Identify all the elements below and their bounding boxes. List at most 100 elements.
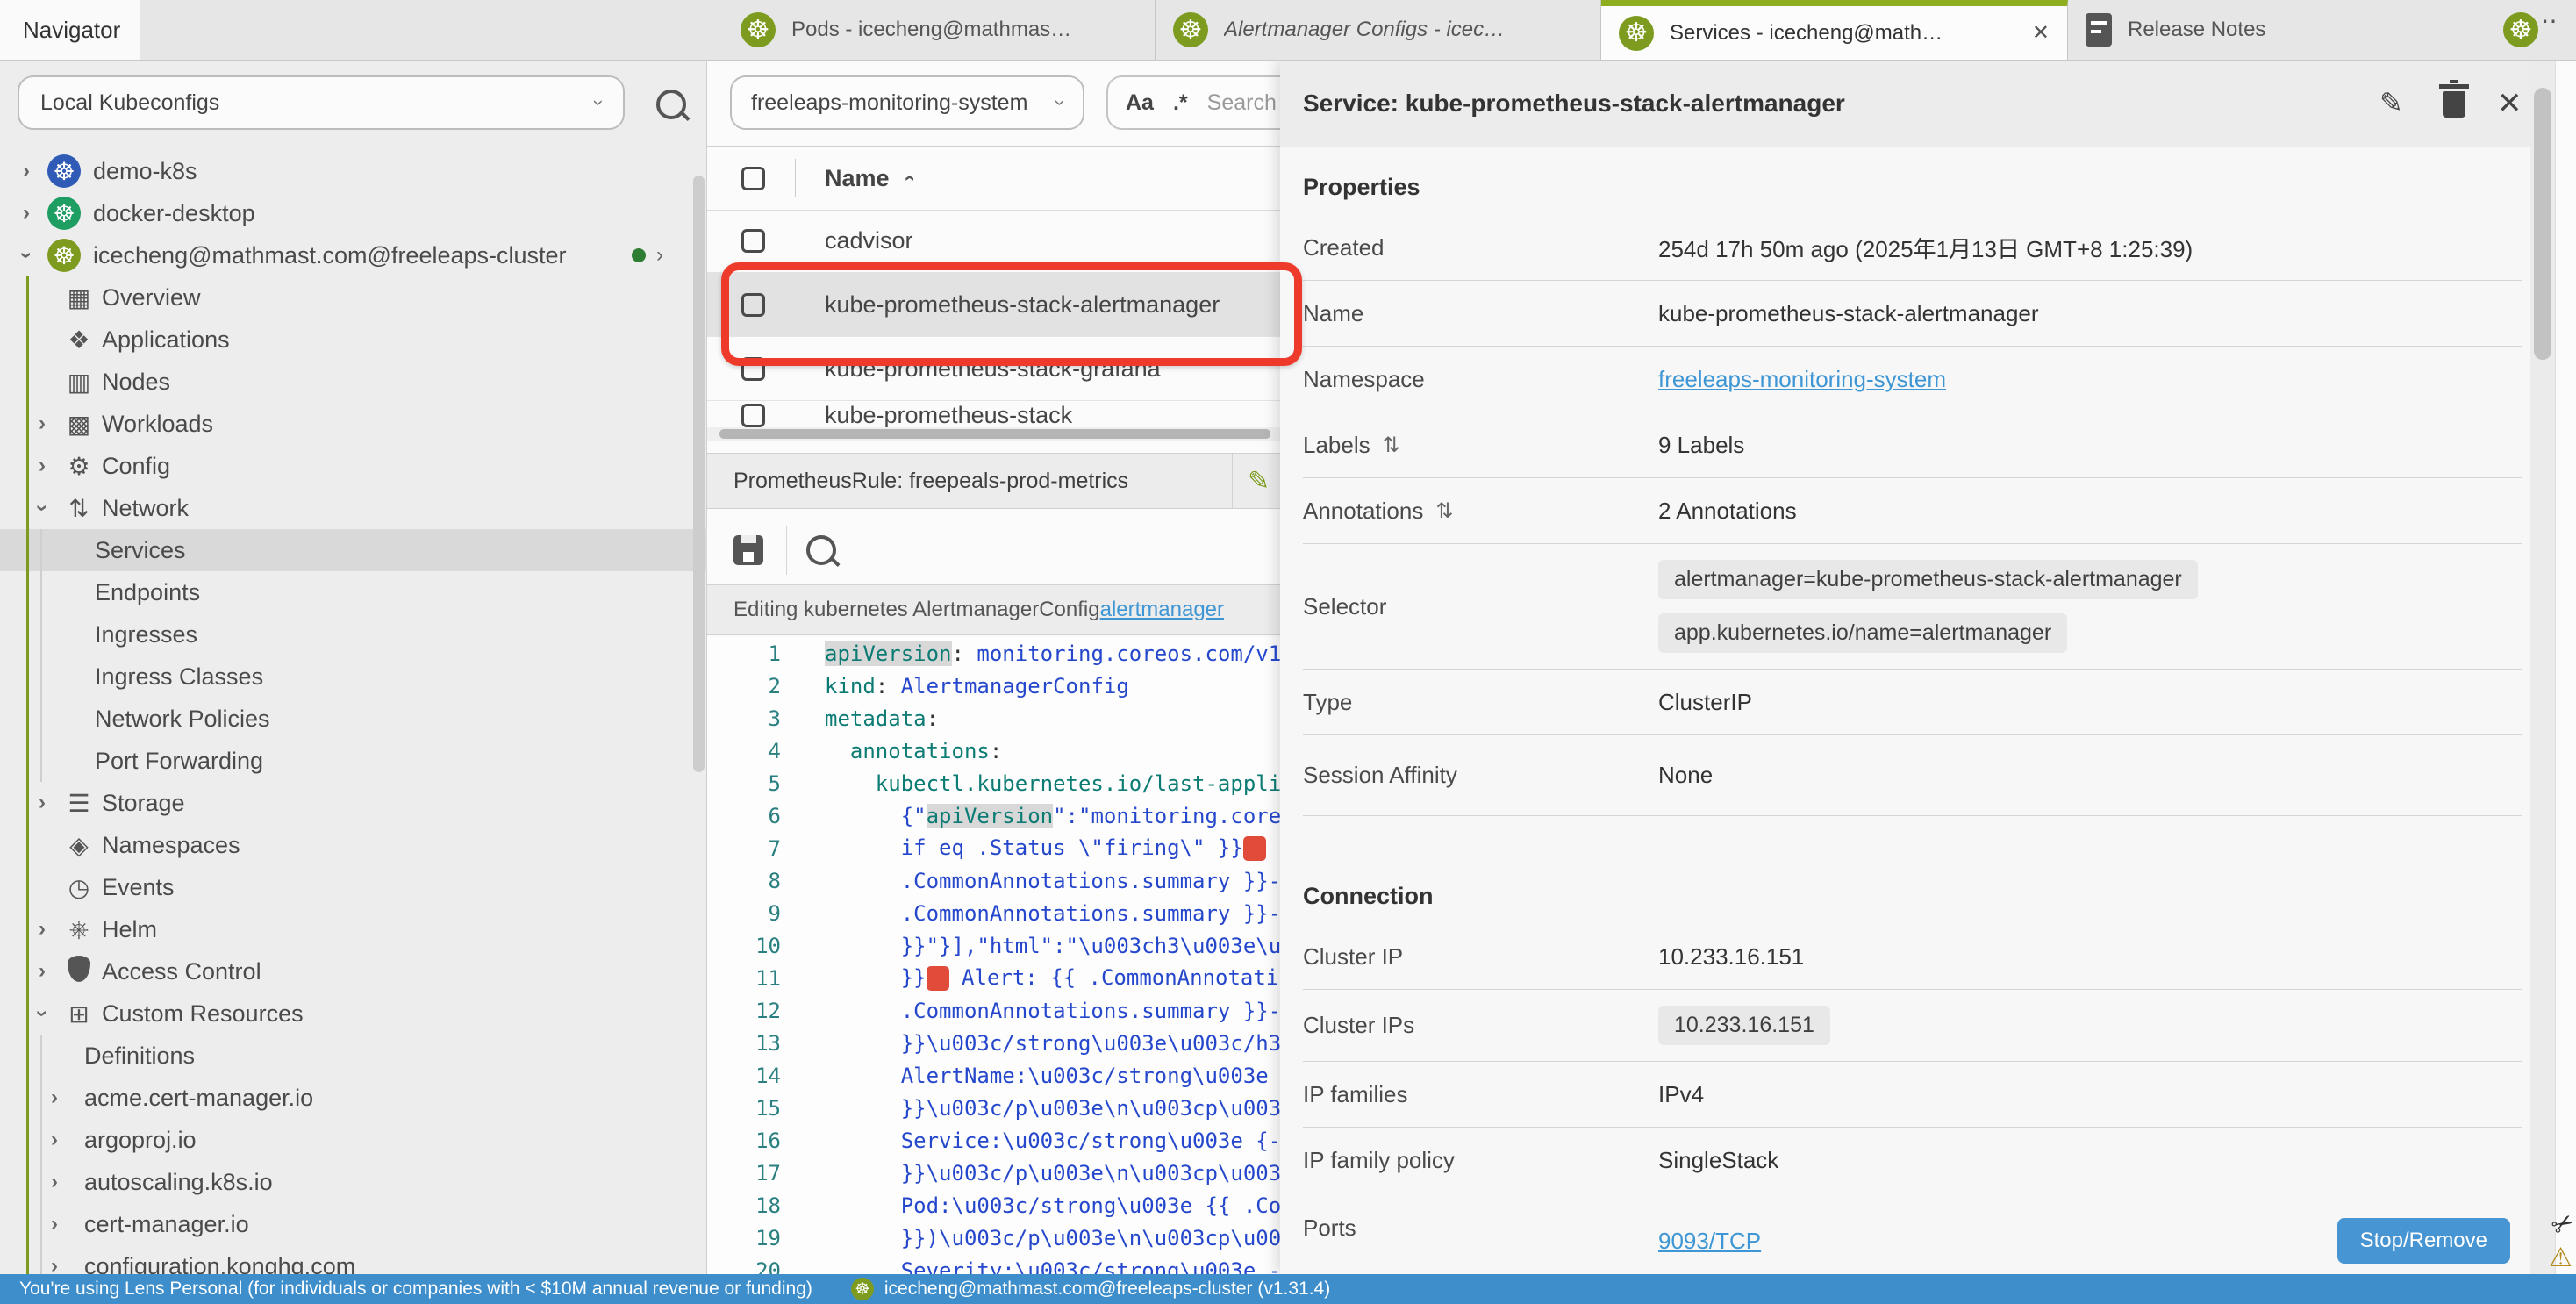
code-line[interactable]: 12 .CommonAnnotations.summary }}- [707,994,1321,1027]
stop-remove-button[interactable]: Stop/Remove [2337,1218,2510,1264]
chevron-right-icon[interactable]: › [39,959,46,984]
tab-partial[interactable]: ☸ [2379,0,2555,60]
edit-pencil-icon[interactable]: ✎ [1248,466,1270,497]
cluster-accent-line [26,276,29,1274]
code-line[interactable]: 6 {"apiVersion":"monitoring.core [707,799,1321,832]
sidebar-item-events[interactable]: ◷Events [0,866,707,908]
horizontal-scrollbar[interactable] [707,427,1280,441]
sidebar-item-ingress-classes[interactable]: Ingress Classes [0,656,707,698]
name-column-header[interactable]: Name [825,165,890,192]
close-icon[interactable]: ✕ [2497,86,2522,121]
sidebar-item-cert-manager-io[interactable]: ›cert-manager.io [0,1203,707,1245]
prometheusrule-bar[interactable]: PrometheusRule: freepeals-prod-metrics ✎ [707,453,1280,509]
search-placeholder: Search [1207,90,1277,116]
sidebar-item-autoscaling-k8s-io[interactable]: ›autoscaling.k8s.io [0,1161,707,1203]
chevron-right-icon[interactable]: › [39,791,46,815]
editing-resource-link[interactable]: alertmanager [1100,598,1224,622]
code-line[interactable]: 16 Service:\u003c/strong\u003e {- [707,1124,1321,1157]
sidebar-item-network[interactable]: ›⇅Network [0,487,707,529]
sidebar-item-endpoints[interactable]: Endpoints [0,571,707,613]
sidebar-item-docker-desktop[interactable]: ›☸docker-desktop [0,192,707,234]
chevron-right-icon[interactable]: › [39,412,46,436]
sidebar-item-access-control[interactable]: ›Access Control [0,950,707,992]
detail-scrollbar[interactable] [2530,60,2555,1274]
tab-alertmanager-configs-icec-[interactable]: ☸Alertmanager Configs - icec… [1156,0,1601,60]
delete-trash-icon[interactable] [2443,91,2465,118]
tab-services-icecheng-math-[interactable]: ☸Services - icecheng@math…✕ [1601,0,2068,60]
sidebar-item-ingresses[interactable]: Ingresses [0,613,707,656]
sidebar-item-nodes[interactable]: ▥Nodes [0,361,707,403]
chevron-right-icon[interactable]: › [23,159,30,183]
code-line[interactable]: 17 }}\u003c/p\u003e\n\u003cp\u003 [707,1157,1321,1189]
sidebar-item-network-policies[interactable]: Network Policies [0,698,707,740]
chevron-down-icon[interactable]: › [30,1010,54,1017]
chevron-right-icon[interactable]: › [39,454,46,478]
code-line[interactable]: 5 kubectl.kubernetes.io/last-appli [707,767,1321,799]
sidebar-item-acme-cert-manager-io[interactable]: ›acme.cert-manager.io [0,1077,707,1119]
table-row-partial[interactable]: kube-prometheus-stack [707,401,1280,430]
code-line[interactable]: 1apiVersion: monitoring.coreos.com/v1 [707,637,1321,670]
sidebar-item-config[interactable]: ›⚙Config [0,445,707,487]
code-line[interactable]: 14 AlertName:\u003c/strong\u003e [707,1059,1321,1092]
search-icon[interactable] [656,90,686,119]
chevron-right-icon[interactable]: › [51,1085,58,1110]
match-case-icon[interactable]: Aa [1126,90,1154,116]
yaml-editor[interactable]: 1apiVersion: monitoring.coreos.com/v12ki… [707,637,1321,1304]
port-link[interactable]: 9093/TCP [1658,1228,1761,1255]
sidebar-item-workloads[interactable]: ›▩Workloads [0,403,707,445]
sidebar-item-namespaces[interactable]: ◈Namespaces [0,824,707,866]
editor-search-icon[interactable] [806,535,836,565]
save-icon[interactable] [733,535,763,565]
chevron-right-icon[interactable]: › [23,201,30,226]
document-tabs: ☸Pods - icecheng@mathmas…☸Alertmanager C… [723,0,2379,60]
active-cluster-label[interactable]: icecheng@mathmast.com@freeleaps-cluster … [884,1279,1330,1300]
code-line[interactable]: 2kind: AlertmanagerConfig [707,670,1321,702]
sort-toggle-icon[interactable]: ⇅ [1383,433,1400,458]
chevron-right-icon[interactable]: › [51,1212,58,1236]
sidebar-item-icecheng-mathmast-com-freeleaps-cluster[interactable]: ›☸icecheng@mathmast.com@freeleaps-cluste… [0,234,707,276]
kubeconfig-selector[interactable]: Local Kubeconfigs › [18,75,625,130]
chevron-right-icon[interactable]: › [656,243,663,268]
sidebar-item-custom-resources[interactable]: ›⊞Custom Resources [0,992,707,1035]
chevron-down-icon[interactable]: › [30,505,54,512]
code-line[interactable]: 9 .CommonAnnotations.summary }}- [707,897,1321,929]
code-line[interactable]: 3metadata: [707,702,1321,734]
code-line[interactable]: 8 .CommonAnnotations.summary }}- [707,864,1321,897]
navigator-tab[interactable]: Navigator [0,0,140,60]
chevron-right-icon[interactable]: › [51,1128,58,1152]
row-checkbox[interactable] [741,229,765,253]
scrollbar-thumb[interactable] [719,429,1270,439]
code-line[interactable]: 7 if eq .Status \"firing\" }}🚨 [707,832,1321,864]
code-line[interactable]: 13 }}\u003c/strong\u003e\u003c/h3 [707,1027,1321,1059]
namespace-filter[interactable]: freeleaps-monitoring-system › [730,75,1084,130]
sidebar-item-storage[interactable]: ›☰Storage [0,782,707,824]
sidebar-item-argoproj-io[interactable]: ›argoproj.io [0,1119,707,1161]
code-line[interactable]: 10 }}"}],"html":"\u003ch3\u003e\u [707,929,1321,962]
scrollbar-thumb[interactable] [2534,88,2551,360]
sidebar-item-helm[interactable]: ›⎈Helm [0,908,707,950]
sidebar-item-applications[interactable]: ❖Applications [0,319,707,361]
tab-release-notes[interactable]: Release Notes [2068,0,2379,60]
edit-pencil-icon[interactable]: ✎ [2379,86,2403,119]
sidebar-scrollbar[interactable] [693,176,705,772]
sidebar-item-overview[interactable]: ▦Overview [0,276,707,319]
regex-icon[interactable]: .* [1173,90,1188,116]
code-line[interactable]: 18 Pod:\u003c/strong\u003e {{ .Co [707,1189,1321,1222]
chevron-down-icon[interactable]: › [14,252,39,259]
sidebar-item-definitions[interactable]: Definitions [0,1035,707,1077]
row-checkbox[interactable] [741,404,765,427]
sidebar-item-services[interactable]: Services [0,529,707,571]
chevron-right-icon[interactable]: › [51,1170,58,1194]
sidebar-item-demo-k8s[interactable]: ›☸demo-k8s [0,150,707,192]
code-line[interactable]: 19 }})\u003c/p\u003e\n\u003cp\u00 [707,1222,1321,1254]
select-all-checkbox[interactable] [741,167,765,190]
namespace-link[interactable]: freeleaps-monitoring-system [1658,366,1946,393]
sidebar-item-port-forwarding[interactable]: Port Forwarding [0,740,707,782]
close-tab-icon[interactable]: ✕ [2032,20,2050,46]
chevron-right-icon[interactable]: › [39,917,46,942]
tab-pods-icecheng-mathmas-[interactable]: ☸Pods - icecheng@mathmas… [723,0,1156,60]
code-line[interactable]: 4 annotations: [707,734,1321,767]
code-line[interactable]: 11 }}🚨 Alert: {{ .CommonAnnotati [707,962,1321,994]
code-line[interactable]: 15 }}\u003c/p\u003e\n\u003cp\u003 [707,1092,1321,1124]
sort-toggle-icon[interactable]: ⇅ [1435,498,1453,524]
